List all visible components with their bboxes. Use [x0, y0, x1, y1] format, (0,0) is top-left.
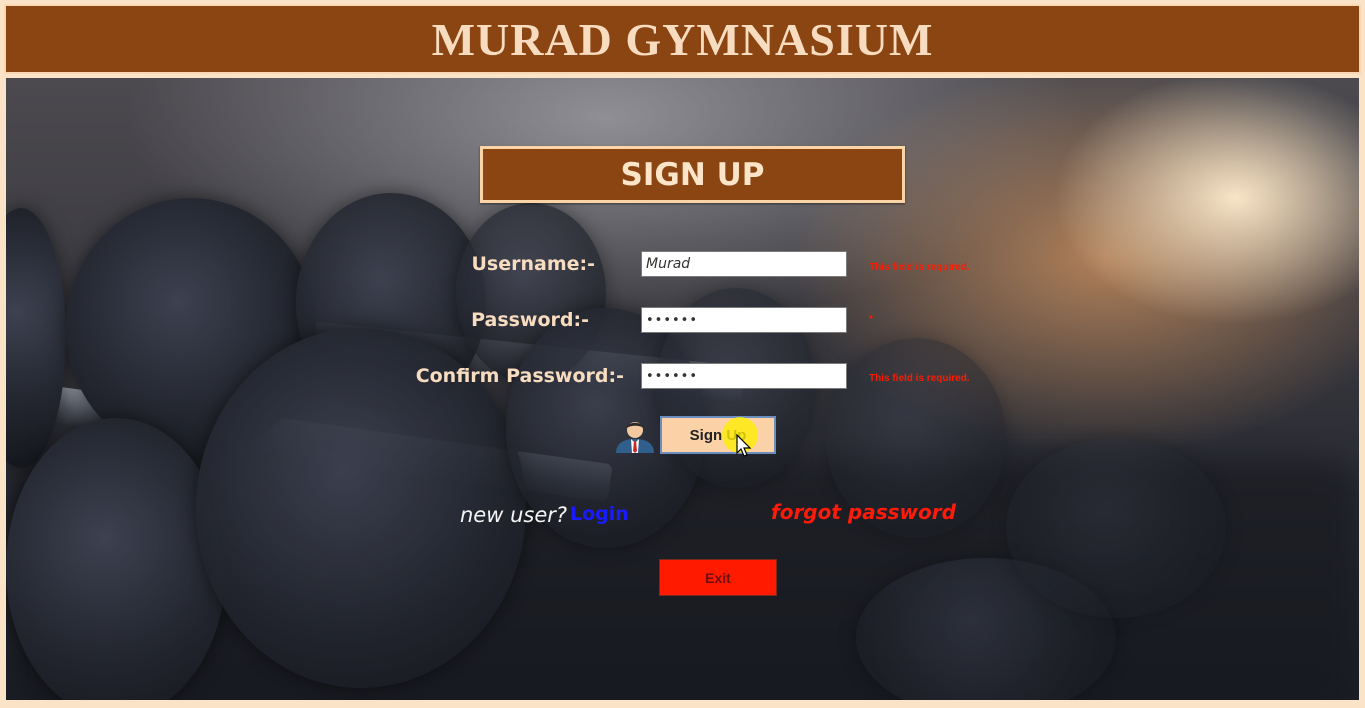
username-error: This field is required.: [869, 262, 970, 273]
confirm-password-input[interactable]: [641, 363, 847, 389]
username-input[interactable]: [641, 251, 847, 277]
dumbbell-weight: [1006, 438, 1226, 618]
password-error: *: [869, 314, 873, 325]
app-header: MURAD GYMNASIUM: [4, 4, 1361, 74]
confirm-password-error: This field is required.: [869, 373, 970, 384]
signup-banner: SIGN UP: [480, 146, 905, 203]
username-label: Username:-: [471, 253, 595, 275]
login-link[interactable]: Login: [570, 503, 629, 525]
dumbbell-weight: [6, 208, 66, 468]
mouse-pointer-icon: [736, 434, 752, 457]
signup-title: SIGN UP: [620, 156, 765, 193]
signup-button[interactable]: Sign Up: [660, 416, 776, 454]
dumbbell-weight: [6, 418, 226, 700]
businessman-avatar-icon: [616, 422, 654, 453]
new-user-text: new user?: [460, 503, 568, 527]
password-label: Password:-: [471, 309, 589, 331]
password-input[interactable]: [641, 307, 847, 333]
forgot-password-link[interactable]: forgot password: [771, 500, 956, 524]
exit-button[interactable]: Exit: [659, 559, 777, 596]
app-window: MURAD GYMNASIUM SIGN UP Username:- This …: [0, 0, 1365, 708]
app-title: MURAD GYMNASIUM: [431, 13, 934, 65]
confirm-password-label: Confirm Password:-: [415, 365, 624, 387]
